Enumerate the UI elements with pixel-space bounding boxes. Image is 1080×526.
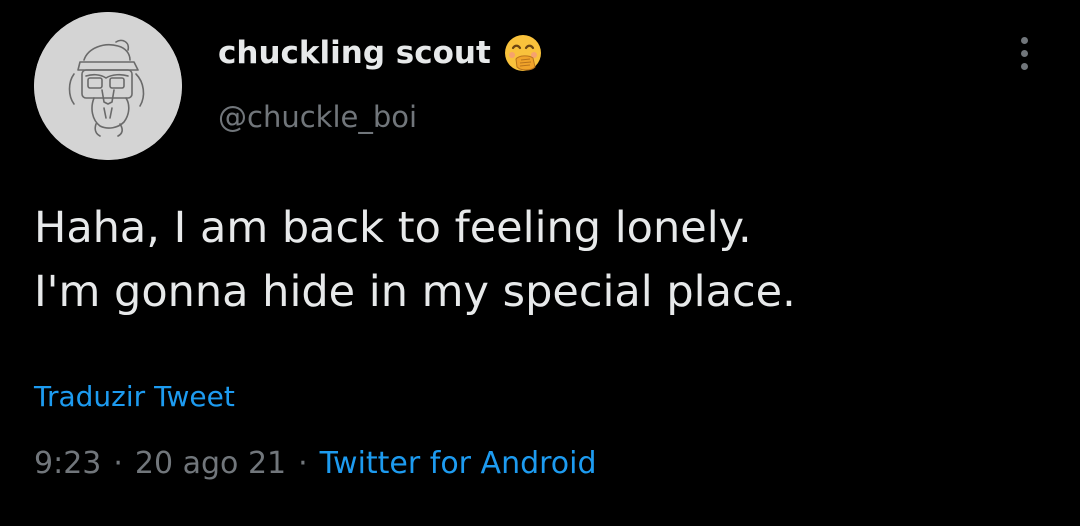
author-handle[interactable]: @chuckle_boi: [218, 100, 417, 134]
more-options-icon: [1020, 36, 1028, 44]
face-with-hand-over-mouth-emoji-icon: [503, 33, 543, 73]
tweet-text-line-2: I'm gonna hide in my special place.: [34, 267, 796, 317]
author-name-row: chuckling scout: [218, 30, 543, 76]
more-options-icon-dot-2: [1020, 49, 1028, 57]
tweet-text: Haha, I am back to feeling lonely. I'm g…: [34, 196, 1054, 324]
more-options-button[interactable]: [1008, 28, 1040, 78]
meta-separator-2: ·: [298, 446, 308, 481]
tweet-source-link[interactable]: Twitter for Android: [320, 446, 597, 481]
sketch-avatar-icon: [34, 12, 182, 160]
tweet-metadata: 9:23 · 20 ago 21 · Twitter for Android: [34, 446, 597, 481]
tweet-container: chuckling scout @chuckle_boi Haha, I am …: [0, 0, 1080, 526]
translate-tweet-link[interactable]: Traduzir Tweet: [34, 380, 235, 413]
tweet-date[interactable]: 20 ago 21: [135, 446, 286, 481]
more-options-icon-dot-3: [1020, 62, 1028, 70]
tweet-time[interactable]: 9:23: [34, 446, 101, 481]
meta-separator-1: ·: [113, 446, 123, 481]
avatar[interactable]: [34, 12, 182, 160]
tweet-text-line-1: Haha, I am back to feeling lonely.: [34, 203, 752, 253]
author-display-name[interactable]: chuckling scout: [218, 35, 491, 71]
